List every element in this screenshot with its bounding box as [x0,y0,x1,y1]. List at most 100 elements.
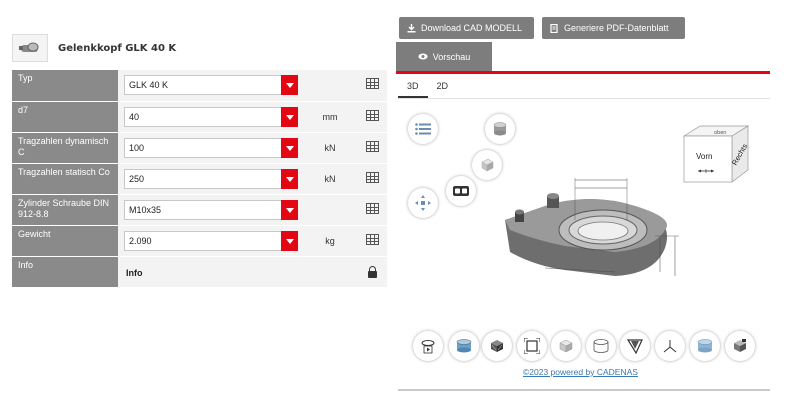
product-thumbnail [12,34,48,62]
blue-cylinder-icon [697,339,713,353]
viewcube-front-label: Vorn [696,152,713,161]
table-icon[interactable] [366,171,379,183]
generate-pdf-button[interactable]: Generiere PDF-Datenblatt [542,17,685,39]
measure-button[interactable] [620,331,650,361]
table-icon[interactable] [366,233,379,245]
param-select-value: 2.090 [129,235,152,246]
parameter-table: Typ GLK 40 K d7 40 mm Tragzahlen dynamisch C 1… [12,70,387,288]
param-action-cell [358,163,387,195]
param-unit: mm [302,101,358,133]
param-value-cell: 2.090 [118,225,302,257]
param-action-cell [358,225,387,257]
param-unit [302,70,358,102]
product-header: Gelenkkopf GLK 40 K [12,32,387,64]
param-select[interactable]: GLK 40 K [124,75,298,96]
param-label: Zylinder Schraube DIN 912-8.8 [12,194,118,226]
param-select[interactable]: 2.090 [124,230,298,251]
dropdown-arrow-icon[interactable] [281,106,298,127]
param-select-value: 40 [129,111,140,122]
param-unit: kN [302,132,358,164]
param-select-value: 100 [129,142,145,153]
table-icon[interactable] [366,109,379,121]
tab-preview[interactable]: Vorschau [396,42,492,72]
wireframe-cylinder-button[interactable] [586,331,616,361]
subtab-2d[interactable]: 2D [428,78,458,98]
fit-frame-icon [524,338,540,354]
dropdown-arrow-icon[interactable] [281,75,298,96]
shaded-view-button[interactable] [449,331,479,361]
download-cad-button[interactable]: Download CAD MODELL [399,17,534,39]
param-label: Tragzahlen statisch Co [12,163,118,195]
param-action-cell [358,70,387,102]
param-select[interactable]: M10x35 [124,199,298,220]
param-label: Typ [12,70,118,102]
param-action-cell [358,132,387,164]
explode-assembly-button[interactable] [725,331,755,361]
hatched-view-button[interactable] [482,331,512,361]
table-icon[interactable] [366,140,379,152]
fit-view-button[interactable] [517,331,547,361]
subtab-3d[interactable]: 3D [398,78,428,98]
viewer-bottom-divider [398,389,770,391]
cube-icon [481,158,494,172]
measure-angle-icon [627,339,643,354]
param-row: Zylinder Schraube DIN 912-8.8 M10x35 [12,194,387,226]
gray-cube-icon [559,339,573,353]
section-view-button[interactable] [690,331,720,361]
param-action-cell [358,101,387,133]
info-value: Info [126,267,143,278]
move-arrows-icon [415,195,431,211]
assembly-cube-icon [734,339,746,352]
lock-icon [368,265,377,278]
param-row: d7 40 mm [12,101,387,133]
rotate-play-button[interactable] [413,331,443,361]
download-icon [407,23,416,33]
rotate-play-icon [421,340,435,354]
param-row: Tragzahlen statisch Co 250 kN [12,163,387,195]
param-unit [302,194,358,226]
accent-divider [396,71,770,74]
param-action-cell [358,256,387,288]
param-select[interactable]: 40 [124,106,298,127]
cadenas-copyright-link[interactable]: ©2023 powered by CADENAS [523,367,638,377]
param-value-cell: GLK 40 K [118,70,302,102]
product-title: Gelenkkopf GLK 40 K [58,42,177,54]
subtab-divider [398,98,770,99]
hatched-cube-icon [491,340,503,352]
vr-goggles-icon [453,186,469,196]
table-icon[interactable] [366,78,379,90]
view-cube[interactable]: oben Vorn Rechts [680,122,752,186]
vr-view-button[interactable] [446,176,476,206]
param-select[interactable]: 250 [124,168,298,189]
param-label: Tragzahlen dynamisch C [12,132,118,164]
param-row: Tragzahlen dynamisch C 100 kN [12,132,387,164]
param-row: Typ GLK 40 K [12,70,387,102]
list-menu-button[interactable] [408,114,438,144]
param-row: Info Info [12,256,387,288]
list-icon [415,123,431,135]
param-unit: kN [302,163,358,195]
explode-view-button[interactable] [408,188,438,218]
param-select[interactable]: 100 [124,137,298,158]
cylinder-view-button[interactable] [485,114,515,144]
param-unit [302,256,358,288]
download-cad-label: Download CAD MODELL [421,23,523,33]
param-value-cell: Info [118,256,302,288]
param-value-cell: M10x35 [118,194,302,226]
dropdown-arrow-icon[interactable] [281,230,298,251]
solid-cube-button[interactable] [551,331,581,361]
param-label: d7 [12,101,118,133]
cylinder-icon [493,122,507,136]
dropdown-arrow-icon[interactable] [281,199,298,220]
param-select-value: M10x35 [129,204,162,215]
table-icon[interactable] [366,202,379,214]
dropdown-arrow-icon[interactable] [281,137,298,158]
dropdown-arrow-icon[interactable] [281,168,298,189]
axis-button[interactable] [655,331,685,361]
wire-cylinder-icon [593,339,609,353]
param-row: Gewicht 2.090 kg [12,225,387,257]
3d-model-render[interactable] [495,168,690,284]
param-value-cell: 250 [118,163,302,195]
param-label: Gewicht [12,225,118,257]
param-unit: kg [302,225,358,257]
